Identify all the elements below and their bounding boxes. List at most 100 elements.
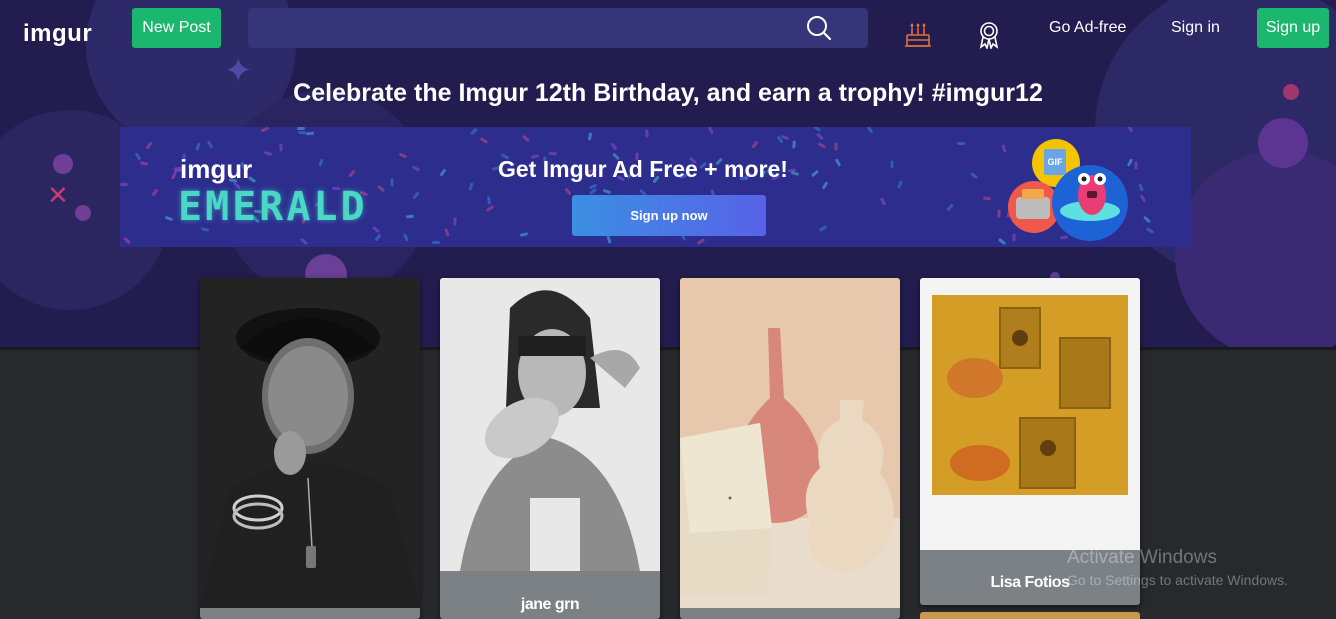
confetti-piece <box>602 188 612 195</box>
confetti-piece <box>707 127 715 135</box>
confetti-piece <box>790 170 800 177</box>
post-image[interactable] <box>440 278 660 571</box>
birthday-headline[interactable]: Celebrate the Imgur 12th Birthday, and e… <box>0 79 1336 108</box>
banner-title: Get Imgur Ad Free + more! <box>498 156 788 182</box>
confetti-piece <box>470 127 478 136</box>
cross-decor-icon: ✕ <box>47 181 69 211</box>
post-image[interactable] <box>680 278 900 608</box>
confetti-piece <box>134 152 142 161</box>
confetti-piece <box>879 197 887 206</box>
confetti-piece <box>444 228 450 237</box>
confetti-piece <box>834 158 842 167</box>
activate-windows-hint: Go to Settings to activate Windows. <box>1067 572 1288 588</box>
confetti-piece <box>376 184 386 193</box>
search-input[interactable] <box>248 8 868 48</box>
confetti-piece <box>260 127 270 133</box>
emerald-logo-small: imgur <box>180 154 253 184</box>
post-card[interactable] <box>200 278 420 619</box>
confetti-piece <box>431 240 441 245</box>
confetti-piece <box>372 225 380 234</box>
confetti-piece <box>123 236 131 245</box>
confetti-piece <box>812 127 822 132</box>
confetti-piece <box>751 140 759 149</box>
confetti-piece <box>486 196 492 205</box>
confetti-piece <box>468 182 474 191</box>
confetti-piece <box>890 160 894 169</box>
post-image[interactable] <box>920 278 1140 550</box>
confetti-piece <box>139 161 149 166</box>
confetti-piece <box>263 150 273 157</box>
confetti-piece <box>645 129 649 138</box>
confetti-piece <box>305 131 315 136</box>
confetti-piece <box>453 217 457 226</box>
trophy-icon[interactable] <box>977 21 1001 49</box>
confetti-piece <box>946 203 954 212</box>
search-icon[interactable] <box>805 14 833 42</box>
emerald-mascot-illustration: GIF <box>1008 139 1128 241</box>
confetti-piece <box>390 178 394 187</box>
confetti-piece <box>610 142 618 151</box>
post-image[interactable] <box>200 278 420 608</box>
confetti-piece <box>1126 127 1134 133</box>
confetti-piece <box>548 151 558 156</box>
cake-icon[interactable] <box>904 22 932 48</box>
confetti-piece <box>398 152 408 159</box>
confetti-piece <box>299 237 309 246</box>
confetti-piece <box>412 191 420 200</box>
confetti-piece <box>318 158 324 167</box>
confetti-piece <box>402 233 410 242</box>
confetti-piece <box>810 169 820 178</box>
post-card[interactable]: jane grn <box>440 278 660 619</box>
confetti-piece <box>411 165 421 172</box>
gif-badge-label: GIF <box>1048 157 1064 167</box>
confetti-piece <box>1145 227 1155 234</box>
confetti-piece <box>606 235 612 244</box>
confetti-piece <box>982 196 992 201</box>
activate-windows-watermark: Activate Windows <box>1067 547 1217 568</box>
confetti-piece <box>279 143 283 152</box>
confetti-piece <box>817 142 827 149</box>
confetti-piece <box>164 215 174 222</box>
confetti-piece <box>195 142 201 151</box>
decor-dot <box>53 154 73 174</box>
confetti-piece <box>866 127 874 134</box>
confetti-piece <box>519 232 529 237</box>
post-card-partial[interactable] <box>920 612 1140 619</box>
new-post-button[interactable]: New Post <box>132 8 221 48</box>
confetti-piece <box>696 238 706 245</box>
confetti-piece <box>151 188 159 197</box>
confetti-piece <box>897 180 903 189</box>
confetti-piece <box>206 140 214 149</box>
post-card[interactable] <box>680 278 900 619</box>
sign-up-now-button[interactable]: Sign up now <box>572 195 766 236</box>
confetti-piece <box>1139 194 1147 203</box>
confetti-piece <box>587 132 593 141</box>
confetti-piece <box>792 140 796 149</box>
confetti-piece <box>485 205 495 212</box>
confetti-piece <box>145 141 153 150</box>
confetti-piece <box>834 142 838 151</box>
confetti-piece <box>374 233 382 242</box>
confetti-piece <box>522 134 530 143</box>
sign-up-button[interactable]: Sign up <box>1257 8 1329 48</box>
decor-dot <box>1258 118 1308 168</box>
toaster-icon <box>1016 197 1050 219</box>
emerald-promo-banner[interactable]: imgur EMERALD Get Imgur Ad Free + more! … <box>120 127 1191 247</box>
confetti-piece <box>816 132 824 141</box>
confetti-piece <box>296 127 306 131</box>
imgur-logo[interactable]: imgur <box>23 20 92 48</box>
go-ad-free-link[interactable]: Go Ad-free <box>1049 19 1126 37</box>
confetti-piece <box>1142 215 1152 224</box>
sign-in-link[interactable]: Sign in <box>1171 19 1220 37</box>
confetti-piece <box>957 142 965 145</box>
confetti-piece <box>969 171 979 180</box>
confetti-piece <box>439 168 447 177</box>
post-title[interactable]: jane grn <box>440 596 660 614</box>
decor-dot <box>75 205 91 221</box>
confetti-piece <box>405 214 415 219</box>
confetti-piece <box>348 169 356 178</box>
confetti-piece <box>120 183 128 186</box>
confetti-piece <box>818 225 828 232</box>
confetti-piece <box>479 137 489 144</box>
confetti-piece <box>170 171 178 180</box>
